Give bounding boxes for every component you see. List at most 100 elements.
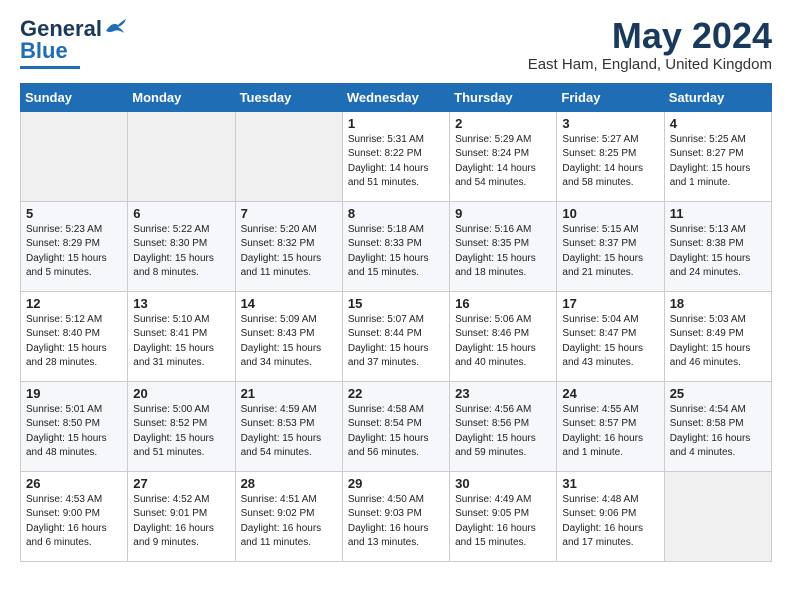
day-number: 2 (455, 116, 551, 131)
calendar-cell (235, 111, 342, 201)
cell-info: Sunrise: 5:23 AMSunset: 8:29 PMDaylight:… (26, 223, 122, 281)
calendar-cell: 20 Sunrise: 5:00 AMSunset: 8:52 PMDayligh… (128, 381, 235, 471)
col-header-monday: Monday (128, 83, 235, 111)
day-number: 11 (670, 206, 766, 221)
cell-info: Sunrise: 5:03 AMSunset: 8:49 PMDaylight:… (670, 313, 766, 371)
day-number: 24 (562, 386, 658, 401)
cell-info: Sunrise: 5:18 AMSunset: 8:33 PMDaylight:… (348, 223, 444, 281)
location: East Ham, England, United Kingdom (528, 56, 772, 73)
calendar-cell: 21 Sunrise: 4:59 AMSunset: 8:53 PMDayligh… (235, 381, 342, 471)
calendar-cell: 6 Sunrise: 5:22 AMSunset: 8:30 PMDaylight… (128, 201, 235, 291)
day-number: 31 (562, 476, 658, 491)
cell-info: Sunrise: 4:52 AMSunset: 9:01 PMDaylight:… (133, 493, 229, 551)
calendar-cell (21, 111, 128, 201)
calendar-cell: 12 Sunrise: 5:12 AMSunset: 8:40 PMDayligh… (21, 291, 128, 381)
calendar-cell: 28 Sunrise: 4:51 AMSunset: 9:02 PMDayligh… (235, 471, 342, 561)
calendar-cell: 24 Sunrise: 4:55 AMSunset: 8:57 PMDayligh… (557, 381, 664, 471)
col-header-thursday: Thursday (450, 83, 557, 111)
logo-bird-icon (104, 19, 126, 35)
day-number: 23 (455, 386, 551, 401)
calendar-cell: 1Sunrise: 5:31 AMSunset: 8:22 PMDaylight… (342, 111, 449, 201)
cell-info: Sunrise: 5:00 AMSunset: 8:52 PMDaylight:… (133, 403, 229, 461)
calendar-cell: 19Sunrise: 5:01 AMSunset: 8:50 PMDayligh… (21, 381, 128, 471)
calendar-cell: 25Sunrise: 4:54 AMSunset: 8:58 PMDayligh… (664, 381, 771, 471)
calendar-cell: 23 Sunrise: 4:56 AMSunset: 8:56 PMDayligh… (450, 381, 557, 471)
month-title: May 2024 (528, 16, 772, 56)
calendar-week-5: 26 Sunrise: 4:53 AMSunset: 9:00 PMDayligh… (21, 471, 772, 561)
cell-info: Sunrise: 5:04 AMSunset: 8:47 PMDaylight:… (562, 313, 658, 371)
day-number: 28 (241, 476, 337, 491)
day-number: 22 (348, 386, 444, 401)
calendar-cell: 26 Sunrise: 4:53 AMSunset: 9:00 PMDayligh… (21, 471, 128, 561)
calendar-cell: 10Sunrise: 5:15 AMSunset: 8:37 PMDayligh… (557, 201, 664, 291)
cell-info: Sunrise: 5:16 AMSunset: 8:35 PMDaylight:… (455, 223, 551, 281)
cell-info: Sunrise: 4:53 AMSunset: 9:00 PMDaylight:… (26, 493, 122, 551)
logo: General Blue (20, 16, 126, 69)
day-number: 30 (455, 476, 551, 491)
cell-info: Sunrise: 5:31 AMSunset: 8:22 PMDaylight:… (348, 133, 444, 191)
cell-info: Sunrise: 4:49 AMSunset: 9:05 PMDaylight:… (455, 493, 551, 551)
cell-info: Sunrise: 4:56 AMSunset: 8:56 PMDaylight:… (455, 403, 551, 461)
col-header-tuesday: Tuesday (235, 83, 342, 111)
cell-info: Sunrise: 5:29 AMSunset: 8:24 PMDaylight:… (455, 133, 551, 191)
cell-info: Sunrise: 5:22 AMSunset: 8:30 PMDaylight:… (133, 223, 229, 281)
page-header: General Blue May 2024 East Ham, England,… (20, 16, 772, 73)
calendar-cell: 3 Sunrise: 5:27 AMSunset: 8:25 PMDaylight… (557, 111, 664, 201)
day-number: 20 (133, 386, 229, 401)
cell-info: Sunrise: 4:55 AMSunset: 8:57 PMDaylight:… (562, 403, 658, 461)
calendar-cell: 9Sunrise: 5:16 AMSunset: 8:35 PMDaylight… (450, 201, 557, 291)
day-number: 21 (241, 386, 337, 401)
day-number: 26 (26, 476, 122, 491)
day-number: 19 (26, 386, 122, 401)
logo-blue: Blue (20, 38, 68, 64)
calendar-cell: 14 Sunrise: 5:09 AMSunset: 8:43 PMDayligh… (235, 291, 342, 381)
cell-info: Sunrise: 5:10 AMSunset: 8:41 PMDaylight:… (133, 313, 229, 371)
day-number: 5 (26, 206, 122, 221)
day-number: 13 (133, 296, 229, 311)
day-number: 25 (670, 386, 766, 401)
calendar-cell: 4 Sunrise: 5:25 AMSunset: 8:27 PMDaylight… (664, 111, 771, 201)
day-number: 12 (26, 296, 122, 311)
day-number: 16 (455, 296, 551, 311)
header-row: SundayMondayTuesdayWednesdayThursdayFrid… (21, 83, 772, 111)
cell-info: Sunrise: 4:51 AMSunset: 9:02 PMDaylight:… (241, 493, 337, 551)
cell-info: Sunrise: 5:12 AMSunset: 8:40 PMDaylight:… (26, 313, 122, 371)
cell-info: Sunrise: 4:59 AMSunset: 8:53 PMDaylight:… (241, 403, 337, 461)
calendar-cell: 31 Sunrise: 4:48 AMSunset: 9:06 PMDayligh… (557, 471, 664, 561)
calendar-cell (128, 111, 235, 201)
col-header-sunday: Sunday (21, 83, 128, 111)
calendar-table: SundayMondayTuesdayWednesdayThursdayFrid… (20, 83, 772, 562)
calendar-cell: 8 Sunrise: 5:18 AMSunset: 8:33 PMDaylight… (342, 201, 449, 291)
day-number: 15 (348, 296, 444, 311)
day-number: 4 (670, 116, 766, 131)
col-header-friday: Friday (557, 83, 664, 111)
day-number: 3 (562, 116, 658, 131)
calendar-cell: 7Sunrise: 5:20 AMSunset: 8:32 PMDaylight… (235, 201, 342, 291)
calendar-week-3: 12 Sunrise: 5:12 AMSunset: 8:40 PMDayligh… (21, 291, 772, 381)
calendar-week-4: 19Sunrise: 5:01 AMSunset: 8:50 PMDayligh… (21, 381, 772, 471)
cell-info: Sunrise: 5:25 AMSunset: 8:27 PMDaylight:… (670, 133, 766, 191)
calendar-cell: 27Sunrise: 4:52 AMSunset: 9:01 PMDayligh… (128, 471, 235, 561)
calendar-cell: 15Sunrise: 5:07 AMSunset: 8:44 PMDayligh… (342, 291, 449, 381)
day-number: 8 (348, 206, 444, 221)
calendar-cell: 17Sunrise: 5:04 AMSunset: 8:47 PMDayligh… (557, 291, 664, 381)
calendar-cell: 29 Sunrise: 4:50 AMSunset: 9:03 PMDayligh… (342, 471, 449, 561)
calendar-cell (664, 471, 771, 561)
day-number: 18 (670, 296, 766, 311)
day-number: 29 (348, 476, 444, 491)
logo-underline (20, 66, 80, 69)
col-header-wednesday: Wednesday (342, 83, 449, 111)
day-number: 6 (133, 206, 229, 221)
day-number: 10 (562, 206, 658, 221)
cell-info: Sunrise: 4:48 AMSunset: 9:06 PMDaylight:… (562, 493, 658, 551)
title-block: May 2024 East Ham, England, United Kingd… (528, 16, 772, 73)
cell-info: Sunrise: 4:50 AMSunset: 9:03 PMDaylight:… (348, 493, 444, 551)
cell-info: Sunrise: 5:09 AMSunset: 8:43 PMDaylight:… (241, 313, 337, 371)
calendar-week-2: 5 Sunrise: 5:23 AMSunset: 8:29 PMDaylight… (21, 201, 772, 291)
calendar-cell: 18 Sunrise: 5:03 AMSunset: 8:49 PMDayligh… (664, 291, 771, 381)
cell-info: Sunrise: 5:27 AMSunset: 8:25 PMDaylight:… (562, 133, 658, 191)
day-number: 14 (241, 296, 337, 311)
calendar-cell: 11Sunrise: 5:13 AMSunset: 8:38 PMDayligh… (664, 201, 771, 291)
calendar-cell: 30 Sunrise: 4:49 AMSunset: 9:05 PMDayligh… (450, 471, 557, 561)
day-number: 7 (241, 206, 337, 221)
